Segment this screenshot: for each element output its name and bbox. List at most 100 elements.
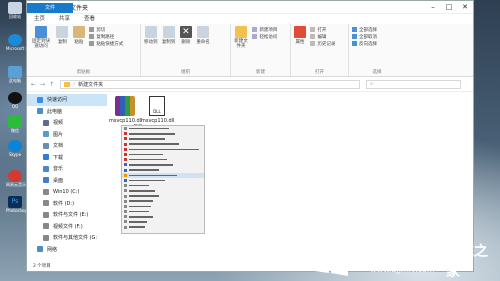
- desktop-icon-netease-music[interactable]: 网易云音乐: [6, 170, 26, 187]
- file-item[interactable]: DLL msvcp110.dll: [141, 96, 174, 124]
- desktop-icon-qq[interactable]: QQ: [6, 92, 24, 109]
- tab-file[interactable]: 文件: [27, 3, 73, 13]
- nav-item-videos[interactable]: 视频: [27, 117, 107, 129]
- winrar-archive-icon: [115, 96, 135, 116]
- address-bar-row: ← → ↑ › 新建文件夹 ⌕: [27, 77, 473, 92]
- copy-button[interactable]: 复制: [56, 26, 69, 45]
- drive-icon: [43, 234, 49, 241]
- tab-share[interactable]: 共享: [52, 14, 77, 24]
- open-button[interactable]: 打开: [310, 26, 335, 33]
- copy-to-icon: [162, 26, 175, 38]
- nav-item-quick-access[interactable]: 快速访问: [27, 94, 107, 106]
- nav-item-desktop[interactable]: 桌面: [27, 175, 107, 187]
- cut-button[interactable]: 剪切: [89, 26, 123, 33]
- desktop-icon-edge[interactable]: Microsoft Edge: [6, 34, 36, 51]
- drive-icon: [43, 211, 49, 218]
- watermark-url: www.bjjmlv.com: [370, 265, 435, 274]
- context-menu-item[interactable]: [122, 225, 204, 230]
- select-group: 全部选择 全部取消 反向选择 选择: [349, 24, 405, 76]
- open-group: 属性 打开 编辑 历史记录 打开: [291, 24, 349, 76]
- nav-item-drive-e[interactable]: 软件与文件 (E:): [27, 209, 107, 221]
- new-group: 新建文件夹 新建项目 轻松访问 新建: [231, 24, 291, 76]
- properties-button[interactable]: 属性: [294, 26, 306, 45]
- minimize-button[interactable]: –: [425, 3, 441, 11]
- clipboard-group-label: 剪贴板: [76, 70, 91, 75]
- ribbon-tabs: 文件 主页 共享 查看: [27, 3, 473, 24]
- rename-icon: [197, 26, 210, 38]
- nav-item-drive-c[interactable]: Win10 (C:): [27, 186, 107, 198]
- paste-icon: [72, 26, 85, 38]
- tab-view[interactable]: 查看: [77, 14, 102, 24]
- paste-shortcut-icon: [89, 41, 95, 46]
- easy-access-icon: [252, 34, 258, 39]
- scissors-icon: [89, 27, 95, 32]
- watermark: Windows 系统之家 www.bjjmlv.com: [300, 225, 495, 281]
- context-menu: [121, 125, 205, 234]
- desktop-icon-skype[interactable]: Skype: [6, 140, 24, 157]
- address-input[interactable]: › 新建文件夹: [60, 79, 361, 89]
- nav-item-this-pc[interactable]: 此电脑: [27, 106, 107, 118]
- desktop-icon-this-pc[interactable]: 此电脑: [6, 66, 24, 83]
- search-input[interactable]: ⌕: [366, 79, 462, 89]
- drive-icon: [43, 223, 49, 230]
- nav-item-drive-d[interactable]: 软件 (D:): [27, 198, 107, 210]
- maximize-button[interactable]: □: [441, 3, 457, 11]
- star-icon: [37, 96, 43, 103]
- history-button[interactable]: 历史记录: [310, 40, 335, 47]
- back-arrow-icon[interactable]: ←: [31, 81, 36, 88]
- new-folder-button[interactable]: 新建文件夹: [234, 26, 248, 49]
- paste-button[interactable]: 粘贴: [72, 26, 85, 45]
- desktop-icon-recycle-bin[interactable]: 回收站: [6, 2, 24, 19]
- easy-access-button[interactable]: 轻松访问: [252, 33, 277, 40]
- up-arrow-icon[interactable]: ↑: [49, 81, 54, 88]
- move-to-button[interactable]: 移动到: [144, 26, 158, 45]
- nav-item-drive-g[interactable]: 软件与其他文件 (G:: [27, 232, 107, 244]
- nav-item-music[interactable]: 音乐: [27, 163, 107, 175]
- nav-item-network[interactable]: 网络: [27, 244, 107, 256]
- invert-selection-icon: [352, 41, 357, 46]
- select-none-icon: [352, 34, 357, 39]
- document-icon: [43, 142, 49, 149]
- new-item-button[interactable]: 新建项目: [252, 26, 277, 33]
- organize-group-label: 组织: [181, 70, 190, 75]
- delete-icon: ✕: [179, 26, 192, 38]
- nav-item-downloads[interactable]: 下载: [27, 152, 107, 164]
- forward-arrow-icon[interactable]: →: [40, 81, 45, 88]
- pin-quick-access-button[interactable]: 固定到快速访问: [30, 26, 52, 49]
- rename-button[interactable]: 重命名: [196, 26, 210, 45]
- paste-shortcut-button[interactable]: 粘贴快捷方式: [89, 40, 123, 47]
- select-group-label: 选择: [372, 70, 382, 75]
- desktop-icon: [43, 177, 49, 184]
- copy-to-button[interactable]: 复制到: [162, 26, 175, 45]
- select-all-button[interactable]: 全部选择: [352, 26, 402, 33]
- drive-icon: [43, 200, 49, 207]
- nav-item-drive-f[interactable]: 视频文件 (F:): [27, 221, 107, 233]
- select-all-icon: [352, 27, 357, 32]
- new-folder-icon: [235, 26, 247, 38]
- edit-icon: [310, 34, 316, 39]
- select-none-button[interactable]: 全部取消: [352, 33, 402, 40]
- video-icon: [43, 119, 49, 126]
- ribbon: 固定到快速访问 复制 粘贴 剪切 复制路径 粘贴快捷方式 剪贴板 移动到 复制到…: [27, 24, 473, 77]
- invert-selection-button[interactable]: 反向选择: [352, 40, 402, 47]
- watermark-cn: 系统之家: [446, 244, 488, 280]
- drive-icon: [43, 188, 49, 195]
- move-to-icon: [144, 26, 157, 38]
- close-button[interactable]: ✕: [457, 3, 473, 11]
- navigation-pane: 快速访问 此电脑 视频 图片 文档 下载 音乐 桌面 Win10 (C:) 软件…: [27, 94, 107, 261]
- desktop-icon-photoshop[interactable]: Ps Photoshop: [6, 196, 27, 213]
- edit-button[interactable]: 编辑: [310, 33, 335, 40]
- organize-group: 移动到 复制到 ✕ 删除 重命名 组织: [141, 24, 231, 76]
- properties-icon: [294, 26, 306, 38]
- nav-item-documents[interactable]: 文档: [27, 140, 107, 152]
- delete-button[interactable]: ✕ 删除: [179, 26, 192, 45]
- tab-home[interactable]: 主页: [27, 14, 52, 24]
- copy-path-button[interactable]: 复制路径: [89, 33, 123, 40]
- clipboard-group: 固定到快速访问 复制 粘贴 剪切 复制路径 粘贴快捷方式 剪贴板: [27, 24, 141, 76]
- desktop-icon-wechat[interactable]: 微信: [6, 116, 24, 133]
- nav-item-pictures[interactable]: 图片: [27, 129, 107, 141]
- title-bar: 新建文件夹 – □ ✕: [27, 1, 473, 14]
- windows-logo-icon: [314, 242, 348, 276]
- file-item[interactable]: msvcp110.dll: [109, 96, 142, 124]
- open-icon: [310, 27, 316, 32]
